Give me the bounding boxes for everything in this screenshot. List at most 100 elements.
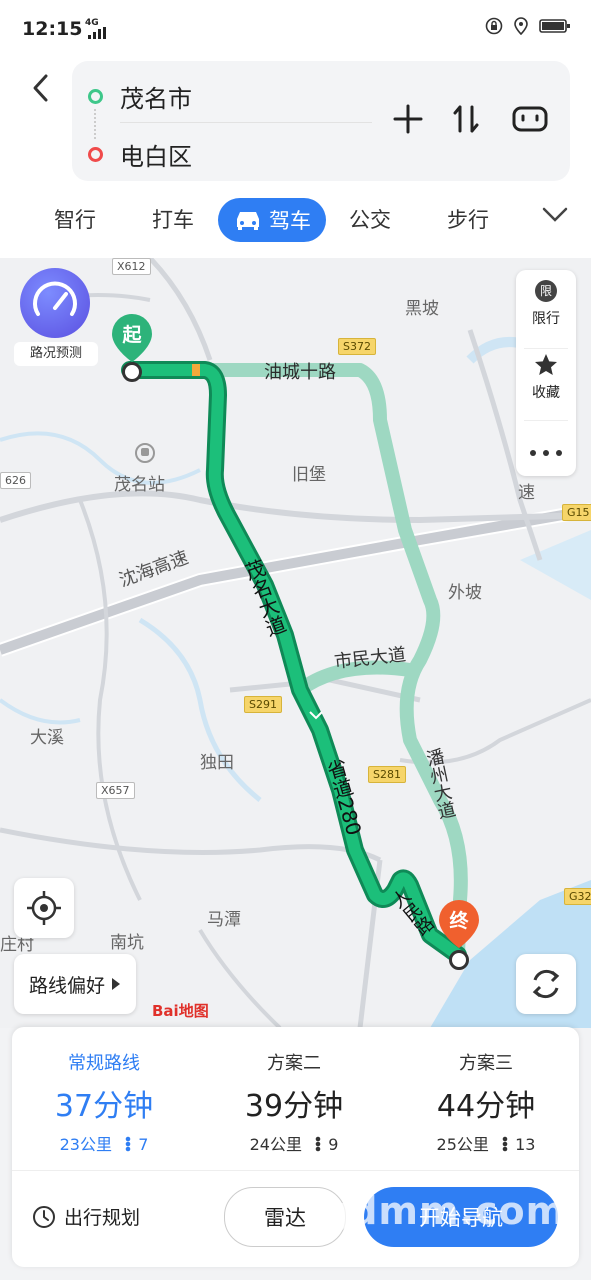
plan-meta: 24公里 9: [204, 1131, 384, 1155]
forecast-label: 路况预测: [14, 342, 98, 366]
favorite-button[interactable]: 收藏: [516, 352, 576, 412]
road-badge: S281: [368, 766, 406, 783]
road-badge: S291: [244, 696, 282, 713]
road-badge: X657: [96, 782, 135, 799]
traffic-light-icon: [502, 1136, 508, 1152]
battery-icon: [539, 19, 570, 33]
plan-meta: 23公里 7: [14, 1131, 194, 1155]
plan-lights: 13: [515, 1135, 536, 1154]
origin-dot-icon: [88, 89, 103, 104]
tab-taxi[interactable]: 打车: [152, 204, 194, 234]
road-badge: G32: [564, 888, 591, 905]
traffic-light-icon: [315, 1136, 321, 1152]
place-label: 黑坡: [405, 299, 439, 319]
route-header: 茂名市 电白区 智行 打车 驾车 公交 步行: [0, 58, 591, 258]
plan-meta: 25公里 13: [396, 1131, 576, 1155]
more-icon[interactable]: [528, 448, 564, 458]
origin-field[interactable]: 茂名市: [120, 79, 192, 114]
route-preference-label: 路线偏好: [28, 974, 105, 997]
start-marker: 起: [110, 312, 154, 382]
tab-drive[interactable]: 驾车: [218, 198, 326, 242]
plan-distance: 23公里: [59, 1135, 112, 1154]
address-divider: [120, 122, 372, 123]
plan-lights: 9: [328, 1135, 339, 1154]
traffic-limit-button[interactable]: 限 限行: [516, 280, 576, 340]
swap-button[interactable]: [446, 99, 486, 139]
place-label: 马潭: [207, 910, 241, 930]
car-icon: [237, 212, 259, 230]
swap-icon: [453, 105, 479, 133]
place-label: 大溪: [30, 728, 64, 748]
location-icon: [514, 17, 528, 35]
plan-lights: 7: [138, 1135, 149, 1154]
plan-name: 方案三: [459, 1053, 513, 1074]
traffic-light-icon: [125, 1136, 131, 1152]
place-label: 茂名站: [114, 475, 165, 495]
vehicle-button[interactable]: [510, 99, 550, 139]
end-marker-label: 终: [449, 910, 469, 932]
radar-label: 雷达: [264, 1206, 306, 1230]
panel-divider: [12, 1170, 579, 1171]
tab-bus[interactable]: 公交: [349, 204, 391, 234]
refresh-button[interactable]: [516, 954, 576, 1014]
plan-option[interactable]: 方案三 44分钟 25公里 13: [396, 1049, 576, 1155]
train-station-icon: [135, 443, 155, 463]
road-badge: X612: [112, 258, 151, 275]
baidu-logo: Bai地图: [152, 1002, 209, 1020]
tab-smart[interactable]: 智行: [54, 204, 96, 234]
place-label: 独田: [200, 753, 234, 773]
trip-schedule-button[interactable]: 出行规划: [32, 1203, 140, 1230]
route-plans-panel: 常规路线 37分钟 23公里 7 方案二 39分钟 24公里 9 方案三 44分…: [12, 1027, 579, 1267]
end-marker: 终: [437, 898, 481, 974]
favorite-label: 收藏: [532, 385, 560, 401]
road-badge: 626: [0, 472, 31, 489]
clock-icon: [33, 1205, 55, 1228]
limit-label: 限行: [532, 311, 560, 327]
refresh-icon: [532, 969, 560, 999]
locate-button[interactable]: [14, 878, 74, 938]
back-icon[interactable]: [26, 70, 56, 106]
plan-time: 37分钟: [54, 1089, 154, 1124]
car-plate-icon: [512, 106, 548, 132]
signal-icon: [88, 27, 106, 39]
watermark-text: gdmm.com: [322, 1189, 567, 1233]
lock-rotation-icon: [485, 17, 503, 35]
plan-distance: 25公里: [436, 1135, 489, 1154]
plan-name: 方案二: [267, 1053, 321, 1074]
chevron-down-icon[interactable]: [540, 204, 570, 224]
caret-right-icon: [112, 978, 120, 990]
road-label: 油城十路: [264, 362, 336, 383]
transport-tabs: 智行 打车 驾车 公交 步行: [0, 198, 591, 246]
plan-distance: 24公里: [249, 1135, 302, 1154]
crosshair-icon: [27, 891, 61, 925]
plan-name: 常规路线: [68, 1053, 140, 1074]
place-label: 旧堡: [292, 465, 326, 485]
map-view[interactable]: 路况预测 起 终 黑坡 旧堡 茂名站 外坡 大溪 独田 马潭 南坑 庄村 速 油…: [0, 258, 591, 1028]
map-side-panel: 限 限行 收藏: [516, 270, 576, 476]
start-point: [122, 362, 142, 382]
tab-drive-label: 驾车: [269, 209, 311, 233]
connector-dots: [94, 109, 98, 139]
road-badge: G15: [562, 504, 591, 521]
trip-schedule-label: 出行规划: [64, 1207, 141, 1229]
end-point: [449, 950, 469, 970]
destination-dot-icon: [88, 147, 103, 162]
plan-time: 44分钟: [436, 1089, 536, 1124]
speedometer-icon: [33, 281, 77, 316]
address-box: 茂名市 电白区: [72, 61, 570, 181]
place-label: 南坑: [110, 933, 144, 953]
status-bar: 12:15 4G: [0, 0, 591, 58]
star-icon: [535, 354, 557, 375]
traffic-forecast-button[interactable]: 路况预测: [14, 268, 98, 368]
road-badge: S372: [338, 338, 376, 355]
add-waypoint-button[interactable]: [388, 99, 428, 139]
plan-option[interactable]: 方案二 39分钟 24公里 9: [204, 1049, 384, 1155]
plan-option[interactable]: 常规路线 37分钟 23公里 7: [14, 1049, 194, 1155]
limit-icon: 限: [535, 280, 557, 302]
status-time: 12:15: [22, 18, 83, 40]
plan-time: 39分钟: [244, 1089, 344, 1124]
tab-walk[interactable]: 步行: [447, 204, 489, 234]
route-preference-button[interactable]: 路线偏好: [14, 954, 136, 1014]
destination-field[interactable]: 电白区: [120, 137, 192, 172]
place-label: 速: [518, 483, 535, 503]
